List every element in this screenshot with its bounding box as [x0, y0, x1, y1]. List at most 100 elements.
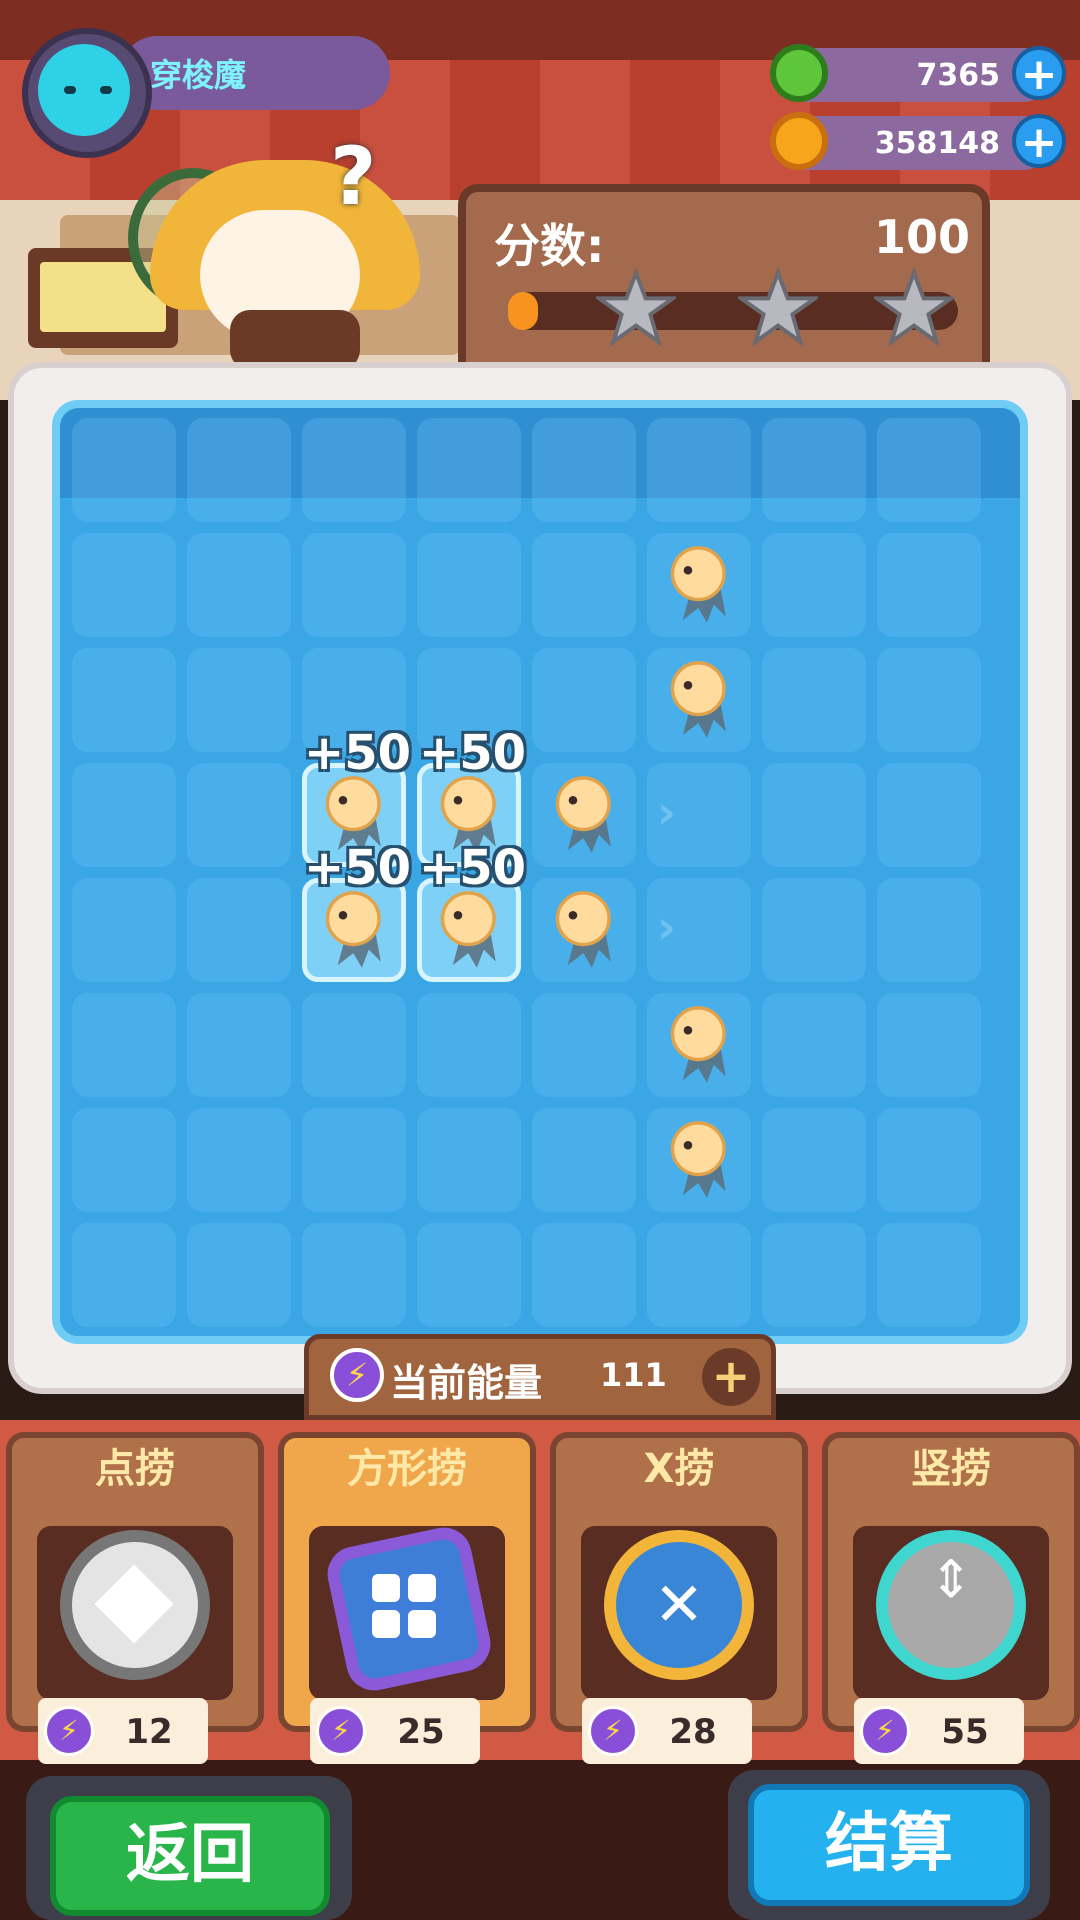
- pond-cell[interactable]: [72, 648, 176, 752]
- grid-dot: [372, 1574, 400, 1602]
- pond-cell[interactable]: [302, 1108, 406, 1212]
- star-icon: [874, 268, 954, 347]
- lightning-icon: ⚡: [330, 1348, 384, 1402]
- fish-icon[interactable]: [542, 886, 628, 972]
- settle-button[interactable]: 结算: [748, 1784, 1030, 1906]
- fish-icon[interactable]: [657, 541, 743, 627]
- pond-cell[interactable]: [532, 1108, 636, 1212]
- score-label: 分数:: [494, 219, 605, 273]
- pond-cell[interactable]: [877, 533, 981, 637]
- pond-cell[interactable]: [302, 1223, 406, 1327]
- pond-cell[interactable]: [762, 533, 866, 637]
- fish-icon[interactable]: [657, 1001, 743, 1087]
- vertical-net-icon: ⇕: [876, 1530, 1026, 1680]
- energy-value: 111: [600, 1356, 667, 1394]
- pond-cell[interactable]: [647, 1223, 751, 1327]
- pond-cell[interactable]: [187, 993, 291, 1097]
- x-net-icon: ✕: [604, 1530, 754, 1680]
- score-popup: +50: [419, 840, 527, 896]
- pond-cell[interactable]: [762, 763, 866, 867]
- lightning-icon: ⚡: [316, 1706, 366, 1756]
- pond-cell[interactable]: [187, 1223, 291, 1327]
- pond-cell[interactable]: [877, 1108, 981, 1212]
- fish-icon[interactable]: [657, 1116, 743, 1202]
- pond-cell[interactable]: [187, 763, 291, 867]
- pond-cell[interactable]: [762, 648, 866, 752]
- pond-cell[interactable]: [187, 533, 291, 637]
- pond-cell[interactable]: [187, 1108, 291, 1212]
- pond-cell[interactable]: [762, 418, 866, 522]
- pond-cell[interactable]: [877, 878, 981, 982]
- pond-cell[interactable]: [647, 418, 751, 522]
- pond-cell[interactable]: [72, 763, 176, 867]
- pond-cell[interactable]: [532, 993, 636, 1097]
- tool-cost: 28: [669, 1712, 717, 1752]
- fish-icon[interactable]: [542, 771, 628, 857]
- chevron-right-icon: ›: [657, 900, 676, 954]
- pond-cell[interactable]: [417, 1223, 521, 1327]
- fish-icon[interactable]: [657, 656, 743, 742]
- pond-cell[interactable]: [72, 1108, 176, 1212]
- pond-cell[interactable]: [877, 1223, 981, 1327]
- tool-cost: 25: [397, 1712, 445, 1752]
- pond-cell[interactable]: [762, 993, 866, 1097]
- pond-cell[interactable]: [72, 993, 176, 1097]
- pond-cell[interactable]: [72, 418, 176, 522]
- pond-cell[interactable]: [877, 993, 981, 1097]
- otter-body: [230, 310, 360, 370]
- question-mark-icon: ?: [330, 130, 377, 223]
- gem-count: 7365: [916, 58, 1001, 93]
- avatar-eye: [64, 86, 76, 94]
- star-icon: [596, 268, 676, 347]
- tool-cost: 55: [941, 1712, 989, 1752]
- pond-cell[interactable]: [532, 418, 636, 522]
- player-name: 穿梭魔: [150, 56, 247, 94]
- pond-cell[interactable]: [532, 533, 636, 637]
- pond-cell[interactable]: [877, 648, 981, 752]
- pond-cell[interactable]: [187, 418, 291, 522]
- grid-dot: [408, 1610, 436, 1638]
- pond-cell[interactable]: [417, 418, 521, 522]
- tool-title: 点捞: [95, 1446, 175, 1492]
- pond-cell[interactable]: [532, 648, 636, 752]
- pond-cell[interactable]: [417, 533, 521, 637]
- score-popup: +50: [304, 725, 412, 781]
- score-popup: +50: [304, 840, 412, 896]
- tool-title: 方形捞: [347, 1446, 467, 1492]
- pond-cell[interactable]: [877, 418, 981, 522]
- pond-cell[interactable]: [302, 533, 406, 637]
- score-value: 100: [873, 210, 970, 264]
- pond-cell[interactable]: [302, 993, 406, 1097]
- fish-icon[interactable]: [427, 886, 513, 972]
- lightning-icon: ⚡: [588, 1706, 638, 1756]
- tool-title: X捞: [643, 1446, 715, 1492]
- pond-cell[interactable]: [72, 878, 176, 982]
- pond-cell[interactable]: [302, 418, 406, 522]
- add-energy-button[interactable]: +: [702, 1348, 760, 1406]
- tool-cost: 12: [125, 1712, 173, 1752]
- back-button[interactable]: 返回: [50, 1796, 330, 1916]
- grid-dot: [372, 1610, 400, 1638]
- fish-icon[interactable]: [312, 886, 398, 972]
- pond-cell[interactable]: [187, 878, 291, 982]
- pond-cell[interactable]: [877, 763, 981, 867]
- pond-cell[interactable]: [72, 1223, 176, 1327]
- lightning-icon: ⚡: [860, 1706, 910, 1756]
- score-popup: +50: [419, 725, 527, 781]
- pond-cell[interactable]: [762, 1223, 866, 1327]
- star-icon: [738, 268, 818, 347]
- pond-cell[interactable]: [417, 993, 521, 1097]
- add-coin-button[interactable]: +: [1012, 114, 1066, 168]
- pond-cell[interactable]: [762, 878, 866, 982]
- grid-dot: [408, 1574, 436, 1602]
- pond-cell[interactable]: [187, 648, 291, 752]
- tool-title: 竖捞: [911, 1446, 991, 1492]
- pond-cell[interactable]: [72, 533, 176, 637]
- add-gem-button[interactable]: +: [1012, 46, 1066, 100]
- lightning-icon: ⚡: [44, 1706, 94, 1756]
- energy-label: 当前能量: [390, 1361, 543, 1405]
- pond-cell[interactable]: [417, 1108, 521, 1212]
- pond-cell[interactable]: [762, 1108, 866, 1212]
- score-progress-fill: [508, 292, 538, 330]
- pond-cell[interactable]: [532, 1223, 636, 1327]
